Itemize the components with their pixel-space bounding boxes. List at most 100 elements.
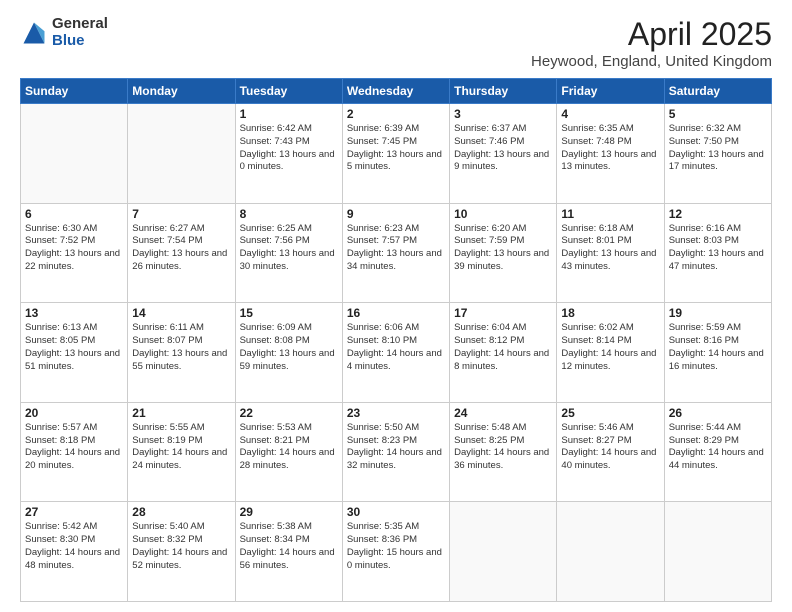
calendar-cell: 3 Sunrise: 6:37 AM Sunset: 7:46 PM Daylig… [450, 104, 557, 204]
day-info: Sunrise: 5:55 AM Sunset: 8:19 PM Dayligh… [132, 422, 230, 473]
subtitle: Heywood, England, United Kingdom [531, 53, 772, 70]
calendar-cell [450, 502, 557, 602]
day-info: Sunrise: 6:39 AM Sunset: 7:45 PM Dayligh… [347, 123, 445, 174]
day-number: 25 [561, 406, 659, 420]
calendar-week-row: 20 Sunrise: 5:57 AM Sunset: 8:18 PM Dayli… [21, 402, 772, 502]
day-number: 17 [454, 306, 552, 320]
day-info: Sunrise: 6:32 AM Sunset: 7:50 PM Dayligh… [669, 123, 767, 174]
day-header-friday: Friday [557, 79, 664, 104]
day-info: Sunrise: 5:50 AM Sunset: 8:23 PM Dayligh… [347, 422, 445, 473]
calendar-cell: 11 Sunrise: 6:18 AM Sunset: 8:01 PM Dayli… [557, 203, 664, 303]
day-number: 9 [347, 207, 445, 221]
calendar-cell: 15 Sunrise: 6:09 AM Sunset: 8:08 PM Dayli… [235, 303, 342, 403]
day-info: Sunrise: 6:09 AM Sunset: 8:08 PM Dayligh… [240, 322, 338, 373]
calendar-cell: 13Sunrise: 6:13 AM Sunset: 8:05 PM Dayli… [21, 303, 128, 403]
calendar-cell [21, 104, 128, 204]
day-info: Sunrise: 6:11 AM Sunset: 8:07 PM Dayligh… [132, 322, 230, 373]
calendar-cell: 12 Sunrise: 6:16 AM Sunset: 8:03 PM Dayli… [664, 203, 771, 303]
day-number: 18 [561, 306, 659, 320]
day-info: Sunrise: 5:42 AM Sunset: 8:30 PM Dayligh… [25, 521, 123, 572]
day-info: Sunrise: 6:37 AM Sunset: 7:46 PM Dayligh… [454, 123, 552, 174]
calendar-cell: 8Sunrise: 6:25 AM Sunset: 7:56 PM Daylig… [235, 203, 342, 303]
calendar-table: SundayMondayTuesdayWednesdayThursdayFrid… [20, 78, 772, 602]
logo-icon [20, 19, 48, 47]
calendar-cell: 10 Sunrise: 6:20 AM Sunset: 7:59 PM Dayli… [450, 203, 557, 303]
calendar-cell: 7 Sunrise: 6:27 AM Sunset: 7:54 PM Daylig… [128, 203, 235, 303]
calendar-cell: 20 Sunrise: 5:57 AM Sunset: 8:18 PM Dayli… [21, 402, 128, 502]
calendar-cell: 4 Sunrise: 6:35 AM Sunset: 7:48 PM Daylig… [557, 104, 664, 204]
day-info: Sunrise: 6:18 AM Sunset: 8:01 PM Dayligh… [561, 223, 659, 274]
calendar-cell [128, 104, 235, 204]
day-info: Sunrise: 5:44 AM Sunset: 8:29 PM Dayligh… [669, 422, 767, 473]
header: General Blue April 2025 Heywood, England… [20, 16, 772, 70]
day-number: 11 [561, 207, 659, 221]
calendar-cell [664, 502, 771, 602]
day-number: 16 [347, 306, 445, 320]
calendar-cell: 16 Sunrise: 6:06 AM Sunset: 8:10 PM Dayli… [342, 303, 449, 403]
day-number: 5 [669, 107, 767, 121]
day-info: Sunrise: 5:40 AM Sunset: 8:32 PM Dayligh… [132, 521, 230, 572]
day-number: 30 [347, 505, 445, 519]
day-info: Sunrise: 6:04 AM Sunset: 8:12 PM Dayligh… [454, 322, 552, 373]
day-header-monday: Monday [128, 79, 235, 104]
day-number: 6 [25, 207, 123, 221]
day-info: Sunrise: 6:23 AM Sunset: 7:57 PM Dayligh… [347, 223, 445, 274]
page: General Blue April 2025 Heywood, England… [0, 0, 792, 612]
day-number: 13 [25, 306, 123, 320]
day-info: Sunrise: 6:27 AM Sunset: 7:54 PM Dayligh… [132, 223, 230, 274]
day-info: Sunrise: 6:02 AM Sunset: 8:14 PM Dayligh… [561, 322, 659, 373]
day-number: 26 [669, 406, 767, 420]
day-number: 27 [25, 505, 123, 519]
day-number: 7 [132, 207, 230, 221]
day-number: 3 [454, 107, 552, 121]
day-number: 22 [240, 406, 338, 420]
day-info: Sunrise: 5:35 AM Sunset: 8:36 PM Dayligh… [347, 521, 445, 572]
day-info: Sunrise: 5:53 AM Sunset: 8:21 PM Dayligh… [240, 422, 338, 473]
day-info: Sunrise: 5:59 AM Sunset: 8:16 PM Dayligh… [669, 322, 767, 373]
calendar-cell: 17 Sunrise: 6:04 AM Sunset: 8:12 PM Dayli… [450, 303, 557, 403]
calendar-cell: 23 Sunrise: 5:50 AM Sunset: 8:23 PM Dayli… [342, 402, 449, 502]
day-number: 19 [669, 306, 767, 320]
day-number: 29 [240, 505, 338, 519]
calendar-cell: 6Sunrise: 6:30 AM Sunset: 7:52 PM Daylig… [21, 203, 128, 303]
day-header-tuesday: Tuesday [235, 79, 342, 104]
day-header-wednesday: Wednesday [342, 79, 449, 104]
title-area: April 2025 Heywood, England, United King… [531, 16, 772, 70]
day-number: 12 [669, 207, 767, 221]
day-header-saturday: Saturday [664, 79, 771, 104]
day-info: Sunrise: 6:35 AM Sunset: 7:48 PM Dayligh… [561, 123, 659, 174]
day-number: 28 [132, 505, 230, 519]
logo-text: General Blue [52, 16, 108, 49]
day-header-sunday: Sunday [21, 79, 128, 104]
calendar-cell: 9 Sunrise: 6:23 AM Sunset: 7:57 PM Daylig… [342, 203, 449, 303]
day-number: 15 [240, 306, 338, 320]
calendar-cell: 26 Sunrise: 5:44 AM Sunset: 8:29 PM Dayli… [664, 402, 771, 502]
day-info: Sunrise: 5:46 AM Sunset: 8:27 PM Dayligh… [561, 422, 659, 473]
day-number: 20 [25, 406, 123, 420]
day-number: 14 [132, 306, 230, 320]
logo-general-text: General [52, 16, 108, 33]
calendar-cell: 14 Sunrise: 6:11 AM Sunset: 8:07 PM Dayli… [128, 303, 235, 403]
day-info: Sunrise: 5:57 AM Sunset: 8:18 PM Dayligh… [25, 422, 123, 473]
day-number: 10 [454, 207, 552, 221]
calendar-cell: 19 Sunrise: 5:59 AM Sunset: 8:16 PM Dayli… [664, 303, 771, 403]
calendar-cell: 30 Sunrise: 5:35 AM Sunset: 8:36 PM Dayli… [342, 502, 449, 602]
day-info: Sunrise: 6:16 AM Sunset: 8:03 PM Dayligh… [669, 223, 767, 274]
day-header-thursday: Thursday [450, 79, 557, 104]
calendar-cell [557, 502, 664, 602]
logo: General Blue [20, 16, 108, 49]
logo-blue-text: Blue [52, 33, 108, 50]
day-info: Sunrise: 6:06 AM Sunset: 8:10 PM Dayligh… [347, 322, 445, 373]
day-number: 2 [347, 107, 445, 121]
calendar-cell: 27 Sunrise: 5:42 AM Sunset: 8:30 PM Dayli… [21, 502, 128, 602]
day-info: Sunrise: 6:42 AM Sunset: 7:43 PM Dayligh… [240, 123, 338, 174]
day-info: Sunrise: 6:25 AM Sunset: 7:56 PM Dayligh… [240, 223, 338, 274]
day-number: 4 [561, 107, 659, 121]
day-info: Sunrise: 6:20 AM Sunset: 7:59 PM Dayligh… [454, 223, 552, 274]
day-number: 23 [347, 406, 445, 420]
calendar-cell: 21Sunrise: 5:55 AM Sunset: 8:19 PM Dayli… [128, 402, 235, 502]
day-info: Sunrise: 5:38 AM Sunset: 8:34 PM Dayligh… [240, 521, 338, 572]
calendar-week-row: 13Sunrise: 6:13 AM Sunset: 8:05 PM Dayli… [21, 303, 772, 403]
calendar-cell: 5 Sunrise: 6:32 AM Sunset: 7:50 PM Daylig… [664, 104, 771, 204]
calendar-week-row: 1Sunrise: 6:42 AM Sunset: 7:43 PM Daylig… [21, 104, 772, 204]
